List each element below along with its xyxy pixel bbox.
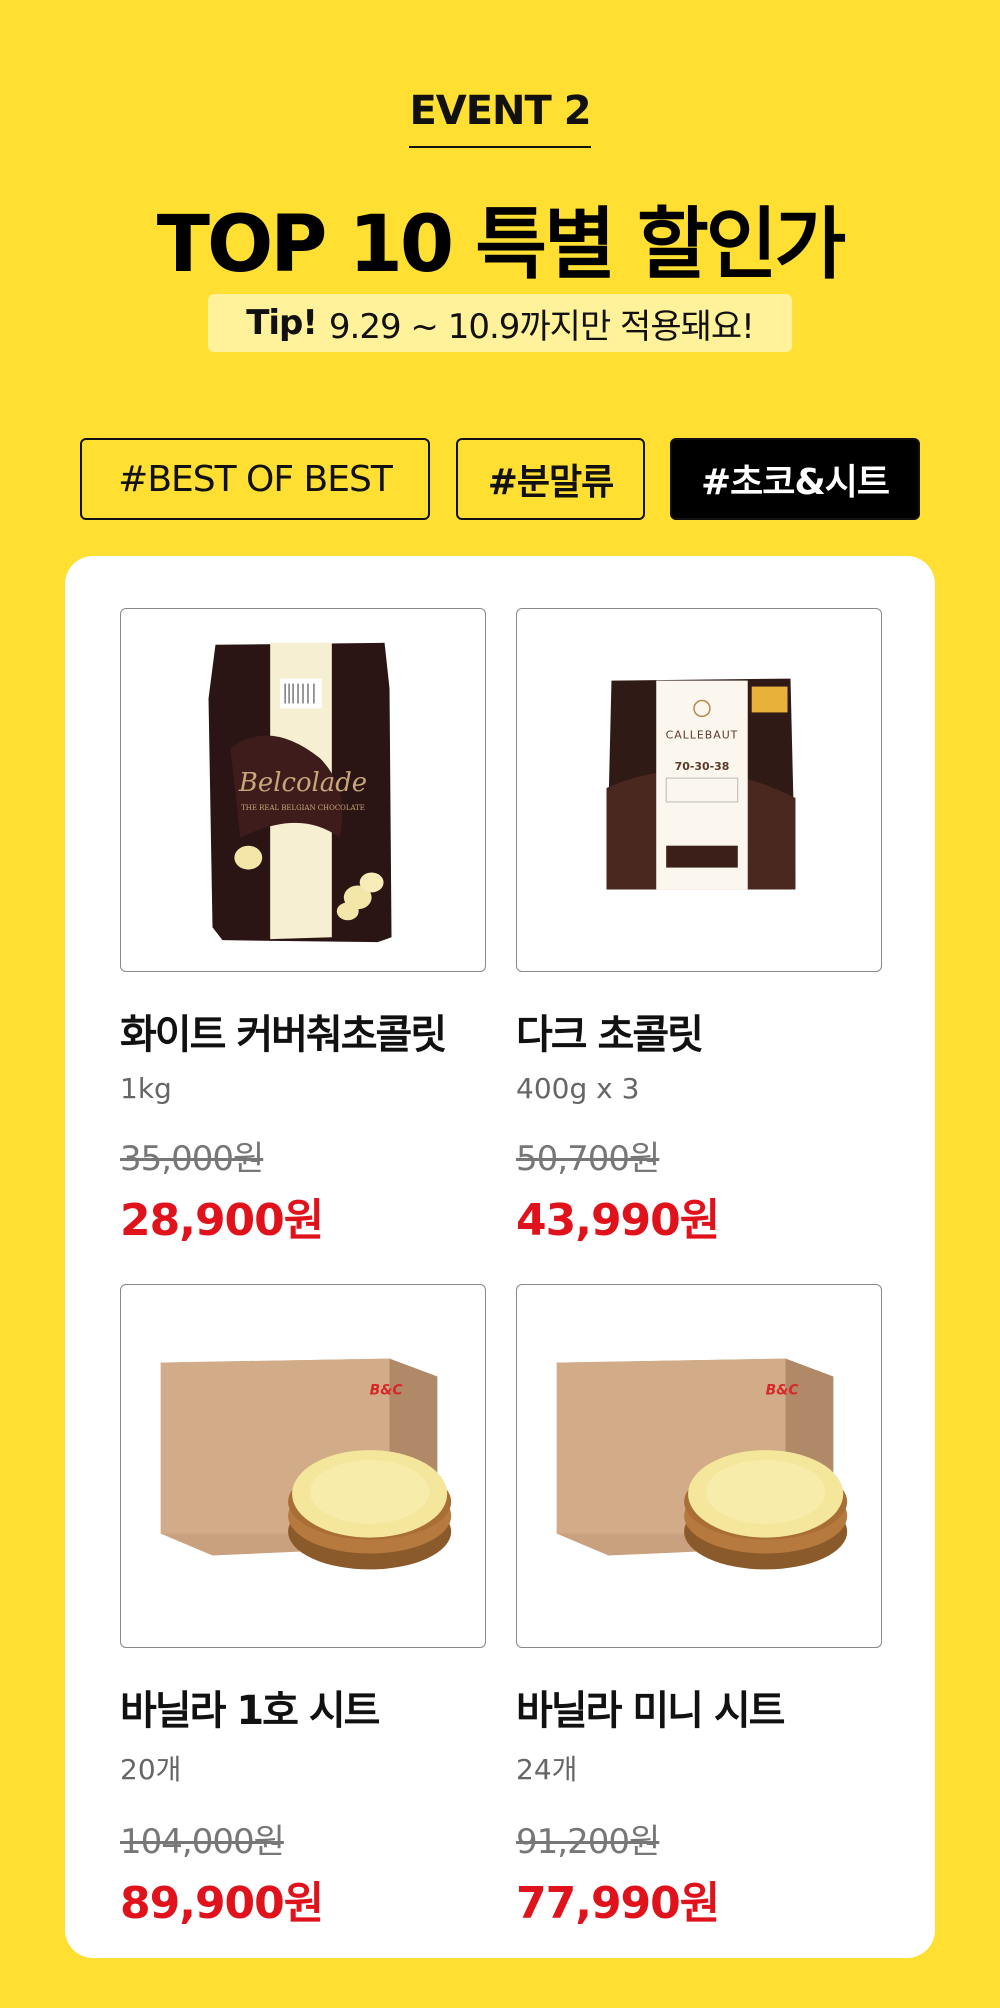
product-name[interactable]: 화이트 커버춰초콜릿 [120, 1002, 486, 1060]
product-item[interactable]: B&C 바닐라 1호 시트 20개 104,000원 89,900원 [120, 1284, 486, 1931]
tip-label: Tip! [246, 303, 318, 343]
product-item[interactable]: CALLEBAUT 70-30-38 다크 초콜릿 400g x 3 50,70… [516, 608, 882, 1248]
page-title: TOP 10 특별 할인가 [156, 200, 847, 290]
product-name[interactable]: 바닐라 1호 시트 [120, 1678, 486, 1736]
product-original-price: 91,200원 [516, 1822, 660, 1862]
product-sale-price: 77,990원 [516, 1878, 720, 1929]
product-original-price: 50,700원 [516, 1139, 660, 1179]
tip-text: 9.29 ~ 10.9까지만 적용돼요! [328, 306, 755, 347]
brand-logo-text: B&C [370, 1382, 404, 1398]
product-sale-price: 43,990원 [516, 1195, 720, 1246]
product-item[interactable]: Belcolade THE REAL BELGIAN CHOCOLATE 화이트… [120, 608, 486, 1248]
product-image[interactable]: CALLEBAUT 70-30-38 [516, 608, 882, 972]
tab-powder[interactable]: #분말류 [456, 438, 645, 520]
brand-subtitle-text: THE REAL BELGIAN CHOCOLATE [241, 804, 365, 812]
event-label: EVENT 2 [409, 88, 592, 148]
product-sale-price: 28,900원 [120, 1195, 324, 1246]
product-quantity: 1kg [120, 1072, 172, 1105]
product-quantity: 24개 [516, 1753, 578, 1786]
product-quantity: 20개 [120, 1753, 182, 1786]
product-original-price: 35,000원 [120, 1139, 264, 1179]
product-image[interactable]: B&C [516, 1284, 882, 1648]
tab-choco-sheet[interactable]: #초코&시트 [670, 438, 920, 520]
category-tabs: #BEST OF BEST #분말류 #초코&시트 [0, 438, 1000, 520]
product-sale-price: 89,900원 [120, 1878, 324, 1929]
dark-chocolate-bag-icon: CALLEBAUT 70-30-38 [606, 678, 796, 890]
recipe-text: 70-30-38 [675, 760, 730, 773]
tip-banner: Tip! 9.29 ~ 10.9까지만 적용돼요! [208, 294, 792, 352]
product-original-price: 104,000원 [120, 1822, 285, 1862]
product-name[interactable]: 다크 초콜릿 [516, 1002, 882, 1060]
product-card: Belcolade THE REAL BELGIAN CHOCOLATE 화이트… [65, 556, 935, 1958]
white-chocolate-bag-icon: Belcolade THE REAL BELGIAN CHOCOLATE [208, 642, 392, 943]
sponge-sheet-box-icon: B&C [160, 1358, 452, 1570]
brand-logo-text: CALLEBAUT [666, 728, 739, 741]
brand-logo-text: B&C [766, 1382, 800, 1398]
brand-logo-text: Belcolade [238, 768, 367, 798]
product-name[interactable]: 바닐라 미니 시트 [516, 1678, 882, 1736]
event-label-wrap: EVENT 2 [0, 88, 1000, 148]
tab-best-of-best[interactable]: #BEST OF BEST [80, 438, 430, 520]
sponge-sheet-box-icon: B&C [556, 1358, 848, 1570]
product-quantity: 400g x 3 [516, 1072, 640, 1105]
product-image[interactable]: Belcolade THE REAL BELGIAN CHOCOLATE [120, 608, 486, 972]
product-item[interactable]: B&C 바닐라 미니 시트 24개 91,200원 77,990원 [516, 1284, 882, 1931]
product-image[interactable]: B&C [120, 1284, 486, 1648]
